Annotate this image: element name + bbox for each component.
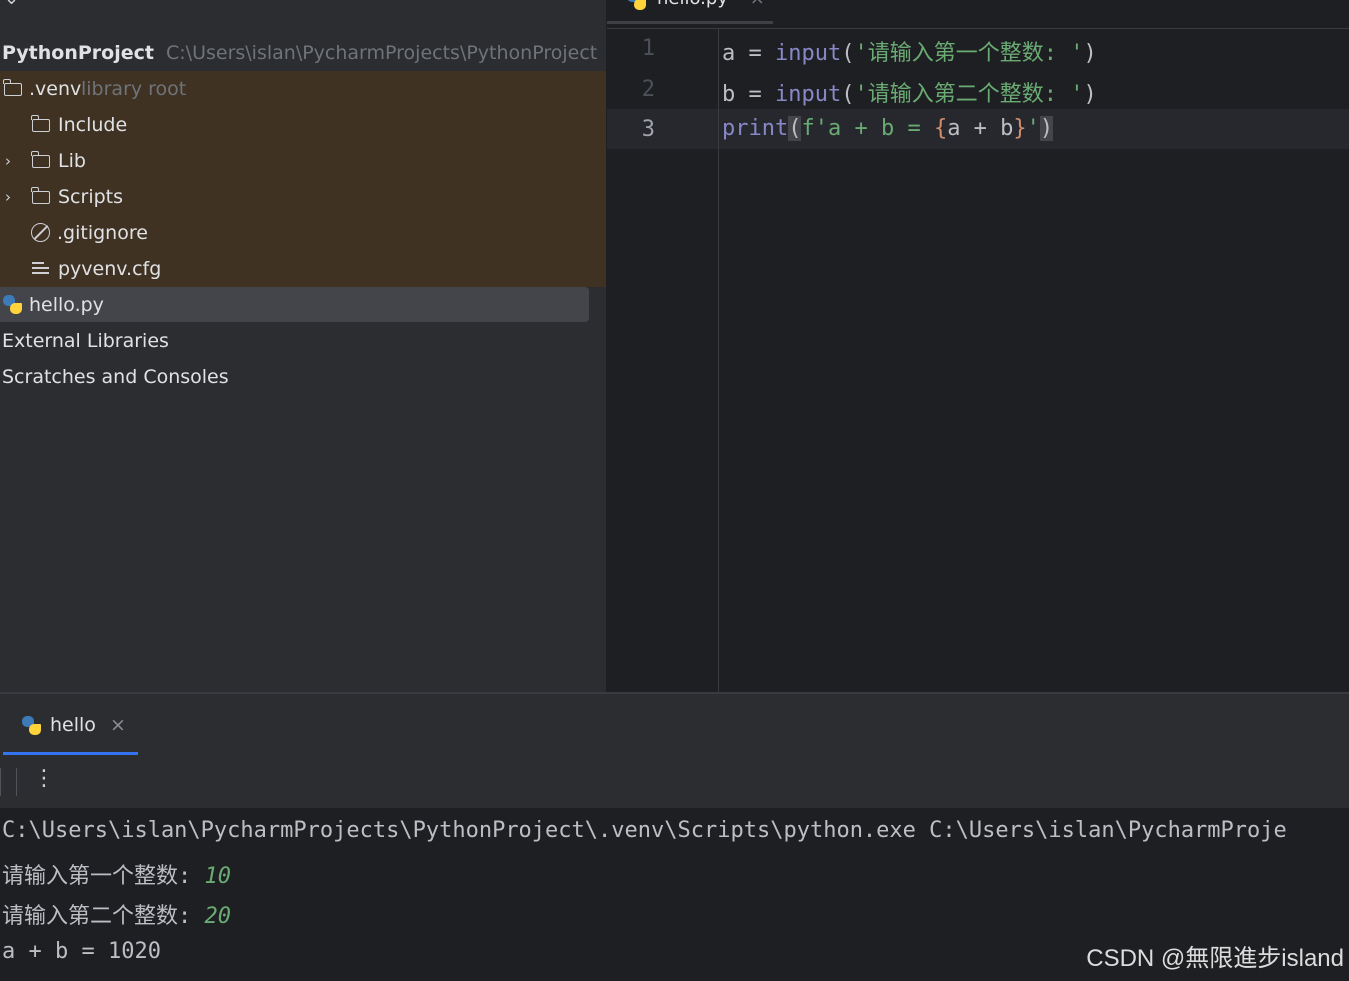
collapse-chevron-icon[interactable]: ⌄ xyxy=(4,0,19,9)
tree-item-scripts[interactable]: › Scripts xyxy=(0,179,606,215)
run-tab-underline xyxy=(3,752,138,755)
editor-tab-underline xyxy=(607,21,773,24)
run-toolbar: ⋮ xyxy=(0,756,1349,808)
code-paren-matched: ( xyxy=(788,116,802,141)
code-var: a xyxy=(722,41,736,66)
console-input: 20 xyxy=(204,904,232,929)
code-editor[interactable]: hello.py × 1 2 3 a = input('请输入第一个整数: ')… xyxy=(607,0,1349,692)
console-line: 请输入第二个整数: 20 xyxy=(2,898,231,930)
toolbar-divider xyxy=(0,768,1,796)
editor-tab-bar: hello.py × xyxy=(607,0,1349,29)
tree-item-include[interactable]: Include xyxy=(0,107,606,143)
chevron-right-icon[interactable]: › xyxy=(5,179,11,215)
tree-item-label: Include xyxy=(58,114,128,136)
tree-item-venv[interactable]: .venv library root xyxy=(0,71,606,107)
tree-item-gitignore[interactable]: .gitignore xyxy=(0,215,606,251)
folder-icon xyxy=(3,79,22,96)
code-string: '请输入第二个整数: ' xyxy=(854,82,1084,107)
tree-item-label: hello.py xyxy=(29,294,104,316)
console-command-line: C:\Users\islan\PycharmProjects\PythonPro… xyxy=(2,818,1287,843)
code-paren: ) xyxy=(1083,82,1097,107)
run-tab-label: hello xyxy=(50,714,96,736)
code-op: = xyxy=(735,82,775,107)
text-file-icon xyxy=(32,262,49,275)
code-func: input xyxy=(775,82,842,107)
code-paren-matched: ) xyxy=(1039,116,1054,141)
tree-item-label: Lib xyxy=(58,150,86,172)
tree-item-pyvenv[interactable]: pyvenv.cfg xyxy=(0,251,606,287)
code-brace: } xyxy=(1013,116,1027,141)
code-func: print xyxy=(722,116,789,141)
close-icon[interactable]: × xyxy=(110,714,126,736)
code-paren: ( xyxy=(841,41,855,66)
editor-tab-label: hello.py xyxy=(657,0,728,9)
folder-icon xyxy=(31,115,50,132)
gutter-separator xyxy=(718,29,719,692)
code-fstring-prefix: f'a + b = xyxy=(801,116,934,141)
console-result: a + b = 1020 xyxy=(2,939,161,964)
toolbar-divider xyxy=(16,768,17,796)
close-icon[interactable]: × xyxy=(750,0,765,9)
project-name: PythonProject xyxy=(2,42,154,64)
code-var: b xyxy=(722,82,736,107)
tree-item-label: .gitignore xyxy=(57,222,148,244)
project-path: C:\Users\islan\PycharmProjects\PythonPro… xyxy=(166,42,598,64)
python-file-icon xyxy=(3,295,23,315)
project-panel: ⌄ PythonProject C:\Users\islan\PycharmPr… xyxy=(0,0,606,692)
tree-root-project[interactable]: PythonProject C:\Users\islan\PycharmProj… xyxy=(2,35,597,71)
code-expr: a + b xyxy=(947,116,1014,141)
line-number: 1 xyxy=(641,36,655,61)
code-brace: { xyxy=(933,116,948,141)
code-string: '请输入第一个整数: ' xyxy=(854,41,1084,66)
tree-item-hello-py[interactable]: hello.py xyxy=(0,287,589,323)
console-line: 请输入第一个整数: 10 xyxy=(2,858,231,890)
more-options-icon[interactable]: ⋮ xyxy=(33,766,55,791)
run-tab-bar: hello × xyxy=(0,694,1349,757)
python-run-icon xyxy=(22,716,42,736)
run-panel: hello × ⋮ C:\Users\islan\PycharmProjects… xyxy=(0,692,1349,981)
code-func: input xyxy=(775,41,842,66)
line-number-current: 3 xyxy=(641,117,655,142)
ignore-file-icon xyxy=(31,223,50,242)
code-op: = xyxy=(735,41,775,66)
console-input: 10 xyxy=(204,864,232,889)
code-fstring-suffix: ' xyxy=(1026,116,1040,141)
code-paren: ) xyxy=(1083,41,1097,66)
code-line-2[interactable]: b = input('请输入第二个整数: ') xyxy=(722,76,1097,108)
code-line-1[interactable]: a = input('请输入第一个整数: ') xyxy=(722,35,1097,67)
code-paren: ( xyxy=(841,82,855,107)
tree-item-lib[interactable]: › Lib xyxy=(0,143,606,179)
editor-tab-hello-py[interactable]: hello.py × xyxy=(627,0,765,11)
venv-hint: library root xyxy=(81,78,187,100)
line-number: 2 xyxy=(641,77,655,102)
code-line-3[interactable]: print(f'a + b = {a + b}') xyxy=(722,116,1054,141)
console-prompt: 请输入第一个整数: xyxy=(2,864,205,889)
folder-icon xyxy=(31,151,50,168)
tree-item-scratches[interactable]: Scratches and Consoles xyxy=(2,359,229,395)
venv-label: .venv xyxy=(29,78,82,100)
folder-icon xyxy=(31,187,50,204)
tree-item-label: pyvenv.cfg xyxy=(58,258,162,280)
tree-item-external-libraries[interactable]: External Libraries xyxy=(2,323,169,359)
tree-item-label: Scripts xyxy=(58,186,124,208)
chevron-right-icon[interactable]: › xyxy=(5,143,11,179)
python-file-icon xyxy=(627,0,647,11)
watermark: CSDN @無限進步island xyxy=(1086,945,1344,972)
console-prompt: 请输入第二个整数: xyxy=(2,904,205,929)
